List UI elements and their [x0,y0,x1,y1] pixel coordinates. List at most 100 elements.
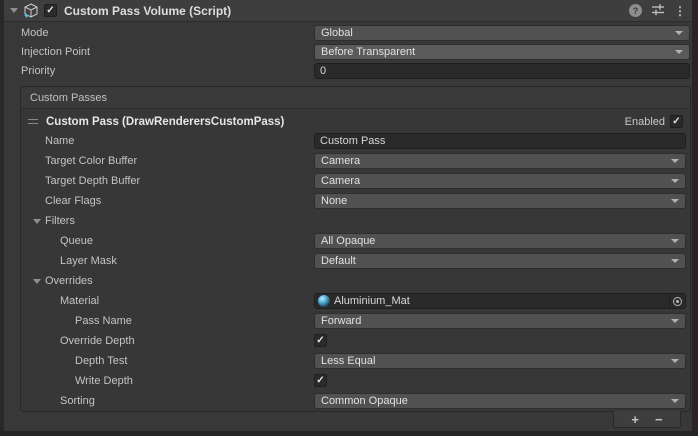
depth-test-dropdown[interactable]: Less Equal [314,353,686,369]
sorting-value: Common Opaque [321,395,408,407]
object-picker-icon[interactable] [669,294,685,308]
depth-test-value: Less Equal [321,355,375,367]
foldout-expanded-icon [33,219,41,224]
priority-input[interactable]: 0 [314,63,690,79]
material-sphere-icon [318,295,330,307]
depth-test-row: Depth Test Less Equal [21,352,690,372]
name-input[interactable]: Custom Pass [314,133,686,149]
window-edge-right [692,0,698,436]
material-object-field[interactable]: Aluminium_Mat [314,293,686,309]
inspector-panel: ✓ Custom Pass Volume (Script) ? ⋮ Mode G… [0,0,698,436]
pass-name-value: Forward [321,315,361,327]
sorting-row: Sorting Common Opaque [21,392,690,412]
queue-label: Queue [60,235,93,247]
target-depth-buffer-label: Target Depth Buffer [45,175,140,187]
custom-pass-title: Custom Pass (DrawRenderersCustomPass) [46,116,284,128]
priority-value: 0 [320,65,326,77]
component-foldout-icon[interactable] [10,8,18,13]
custom-passes-header: Custom Passes [21,87,690,109]
help-icon[interactable]: ? [629,4,642,17]
injection-point-row: Injection Point Before Transparent [4,43,692,62]
pass-name-dropdown[interactable]: Forward [314,313,686,329]
window-edge-bottom [0,431,698,436]
target-color-buffer-value: Camera [321,155,360,167]
priority-label: Priority [21,65,55,77]
injection-point-dropdown[interactable]: Before Transparent [314,44,690,60]
custom-passes-list: Custom Passes Custom Pass (DrawRenderers… [20,86,691,412]
check-icon: ✓ [316,336,324,346]
component-title: Custom Pass Volume (Script) [64,4,231,18]
foldout-expanded-icon [33,279,41,284]
write-depth-label: Write Depth [75,375,133,387]
layer-mask-value: Default [321,255,356,267]
filters-foldout[interactable]: Filters [21,212,690,232]
clear-flags-label: Clear Flags [45,195,101,207]
filters-label: Filters [45,215,75,227]
write-depth-checkbox[interactable]: ✓ [314,374,327,387]
overrides-foldout[interactable]: Overrides [21,272,690,292]
override-depth-row: Override Depth ✓ [21,332,690,352]
name-row: Name Custom Pass [21,132,690,152]
drag-handle-icon[interactable] [28,119,38,124]
target-depth-buffer-value: Camera [321,175,360,187]
material-row: Material Aluminium_Mat [21,292,690,312]
target-color-buffer-row: Target Color Buffer Camera [21,152,690,172]
mode-row: Mode Global [4,24,692,43]
chevron-down-icon [675,31,683,35]
target-depth-buffer-row: Target Depth Buffer Camera [21,172,690,192]
sorting-dropdown[interactable]: Common Opaque [314,393,686,409]
target-color-buffer-label: Target Color Buffer [45,155,137,167]
depth-test-label: Depth Test [75,355,127,367]
component-properties: Mode Global Injection Point Before Trans… [4,24,692,81]
list-footer: + − [613,411,681,428]
name-label: Name [45,135,74,147]
chevron-down-icon [671,359,679,363]
custom-pass-volume-script-icon [23,3,39,19]
material-label: Material [60,295,99,307]
chevron-down-icon [671,159,679,163]
pass-enabled-checkbox[interactable]: ✓ [670,115,683,128]
mode-label: Mode [21,27,49,39]
pass-name-label: Pass Name [75,315,132,327]
injection-point-value: Before Transparent [321,46,415,58]
clear-flags-row: Clear Flags None [21,192,690,212]
chevron-down-icon [671,179,679,183]
component-header: ✓ Custom Pass Volume (Script) ? ⋮ [4,0,692,22]
layer-mask-row: Layer Mask Default [21,252,690,272]
chevron-down-icon [671,259,679,263]
mode-dropdown[interactable]: Global [314,25,690,41]
layer-mask-label: Layer Mask [60,255,117,267]
check-icon: ✓ [316,376,324,386]
kebab-menu-icon[interactable]: ⋮ [674,5,686,17]
mode-value: Global [321,27,353,39]
custom-pass-item-header[interactable]: Custom Pass (DrawRenderersCustomPass) En… [21,111,690,132]
write-depth-row: Write Depth ✓ [21,372,690,392]
layer-mask-dropdown[interactable]: Default [314,253,686,269]
override-depth-checkbox[interactable]: ✓ [314,334,327,347]
queue-dropdown[interactable]: All Opaque [314,233,686,249]
target-color-buffer-dropdown[interactable]: Camera [314,153,686,169]
sorting-label: Sorting [60,395,95,407]
priority-row: Priority 0 [4,62,692,81]
clear-flags-dropdown[interactable]: None [314,193,686,209]
presets-icon[interactable] [651,3,665,19]
pass-name-row: Pass Name Forward [21,312,690,332]
queue-row: Queue All Opaque [21,232,690,252]
custom-passes-header-label: Custom Passes [30,92,107,104]
target-depth-buffer-dropdown[interactable]: Camera [314,173,686,189]
override-depth-label: Override Depth [60,335,135,347]
check-icon: ✓ [672,117,680,127]
overrides-label: Overrides [45,275,93,287]
remove-pass-button[interactable]: − [655,413,663,426]
custom-pass-fields: Name Custom Pass Target Color Buffer Cam… [21,132,690,412]
component-enabled-checkbox[interactable]: ✓ [44,4,57,17]
chevron-down-icon [671,399,679,403]
queue-value: All Opaque [321,235,375,247]
chevron-down-icon [675,50,683,54]
chevron-down-icon [671,319,679,323]
name-value: Custom Pass [320,135,385,147]
add-pass-button[interactable]: + [631,413,639,426]
enabled-label: Enabled [625,116,665,128]
check-icon: ✓ [46,6,54,16]
injection-point-label: Injection Point [21,46,90,58]
